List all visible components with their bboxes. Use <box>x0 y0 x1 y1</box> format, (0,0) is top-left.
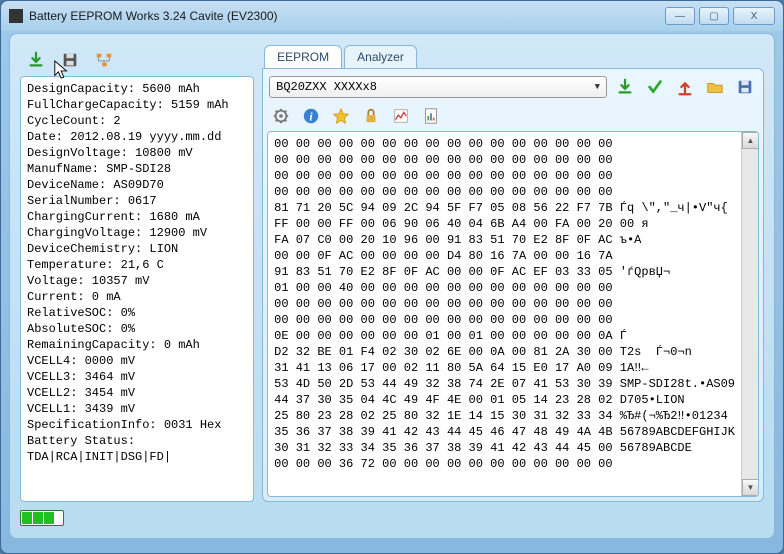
hex-text[interactable]: 00 00 00 00 00 00 00 00 00 00 00 00 00 0… <box>268 132 741 496</box>
download-icon[interactable] <box>613 76 637 98</box>
device-select-value: BQ20ZXX XXXXx8 <box>276 80 377 94</box>
scroll-down-icon[interactable]: ▼ <box>742 479 759 496</box>
tree-icon[interactable] <box>92 49 116 71</box>
eeprom-panel: BQ20ZXX XXXXx8 ▼ <box>262 68 764 502</box>
tab-eeprom[interactable]: EEPROM <box>264 45 342 68</box>
download-icon[interactable] <box>24 49 48 71</box>
window-controls: — ▢ X <box>665 7 775 25</box>
statusbar <box>20 508 764 528</box>
chart-icon[interactable] <box>389 105 413 127</box>
battery-cell <box>22 512 32 524</box>
scrollbar[interactable]: ▲ ▼ <box>741 132 758 496</box>
battery-cell <box>44 512 54 524</box>
tab-bar: EEPROM Analyzer <box>262 44 764 68</box>
check-icon[interactable] <box>643 76 667 98</box>
content-area: DesignCapacity: 5600 mAh FullChargeCapac… <box>9 33 775 539</box>
app-icon <box>9 9 23 23</box>
device-row: BQ20ZXX XXXXx8 ▼ <box>267 73 759 101</box>
battery-cell <box>33 512 43 524</box>
lock-icon[interactable] <box>359 105 383 127</box>
save-icon[interactable] <box>733 76 757 98</box>
tab-analyzer[interactable]: Analyzer <box>344 45 417 68</box>
device-select[interactable]: BQ20ZXX XXXXx8 ▼ <box>269 76 607 98</box>
scroll-up-icon[interactable]: ▲ <box>742 132 759 149</box>
gear-icon[interactable] <box>269 105 293 127</box>
battery-info-panel: DesignCapacity: 5600 mAh FullChargeCapac… <box>20 76 254 502</box>
upload-icon[interactable] <box>673 76 697 98</box>
chevron-down-icon: ▼ <box>595 82 600 92</box>
battery-indicator <box>20 510 64 526</box>
titlebar: Battery EEPROM Works 3.24 Cavite (EV2300… <box>1 1 783 31</box>
report-icon[interactable] <box>419 105 443 127</box>
cursor-icon <box>53 59 71 81</box>
window: Battery EEPROM Works 3.24 Cavite (EV2300… <box>0 0 784 554</box>
minimize-button[interactable]: — <box>665 7 695 25</box>
window-title: Battery EEPROM Works 3.24 Cavite (EV2300… <box>29 9 665 23</box>
open-icon[interactable] <box>703 76 727 98</box>
close-button[interactable]: X <box>733 7 775 25</box>
left-panel: DesignCapacity: 5600 mAh FullChargeCapac… <box>20 44 254 502</box>
info-icon[interactable]: i <box>299 105 323 127</box>
maximize-button[interactable]: ▢ <box>699 7 729 25</box>
hex-view: 00 00 00 00 00 00 00 00 00 00 00 00 00 0… <box>267 131 759 497</box>
eeprom-toolbar: i <box>267 101 759 131</box>
star-icon[interactable] <box>329 105 353 127</box>
right-panel: EEPROM Analyzer BQ20ZXX XXXXx8 ▼ <box>262 44 764 502</box>
main-row: DesignCapacity: 5600 mAh FullChargeCapac… <box>20 44 764 502</box>
